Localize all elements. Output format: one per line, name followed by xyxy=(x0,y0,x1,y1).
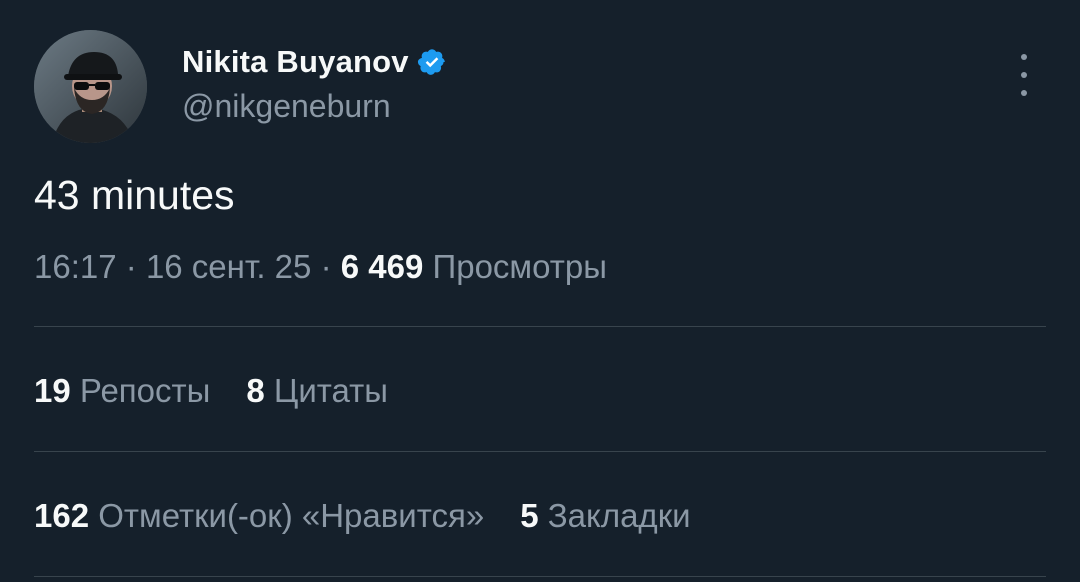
reposts-stat[interactable]: 19 Репосты xyxy=(34,372,210,410)
avatar[interactable] xyxy=(34,30,147,143)
likes-label: Отметки(-ок) «Нравится» xyxy=(98,497,485,534)
more-dot xyxy=(1021,54,1027,60)
quotes-stat[interactable]: 8 Цитаты xyxy=(246,372,388,410)
tweet-meta: 16:17 · 16 сент. 25 · 6 469 Просмотры xyxy=(34,248,607,286)
divider xyxy=(34,326,1046,327)
more-options-icon[interactable] xyxy=(1006,54,1042,96)
quotes-label: Цитаты xyxy=(273,372,388,409)
likes-stat[interactable]: 162 Отметки(-ок) «Нравится» xyxy=(34,497,484,535)
verified-badge-icon[interactable] xyxy=(417,47,447,77)
reposts-label: Репосты xyxy=(79,372,211,409)
stats-row-likes-bookmarks: 162 Отметки(-ок) «Нравится» 5 Закладки xyxy=(34,497,691,535)
views-label: Просмотры xyxy=(432,248,607,285)
views-count: 6 469 xyxy=(340,248,424,285)
author-display-name[interactable]: Nikita Buyanov xyxy=(182,44,409,80)
meta-separator: · xyxy=(125,248,137,285)
author-name-row: Nikita Buyanov xyxy=(182,40,447,84)
meta-separator: · xyxy=(320,248,332,285)
tweet-text: 43 minutes xyxy=(34,172,235,218)
bookmarks-label: Закладки xyxy=(547,497,691,534)
likes-count: 162 xyxy=(34,497,90,534)
quotes-count: 8 xyxy=(246,372,265,409)
divider xyxy=(34,576,1046,577)
avatar-image xyxy=(34,30,147,143)
more-dot xyxy=(1021,90,1027,96)
tweet-time[interactable]: 16:17 xyxy=(34,248,117,285)
divider xyxy=(34,451,1046,452)
reposts-count: 19 xyxy=(34,372,71,409)
author-handle[interactable]: @nikgeneburn xyxy=(182,88,391,125)
more-dot xyxy=(1021,72,1027,78)
stats-row-reposts-quotes: 19 Репосты 8 Цитаты xyxy=(34,372,388,410)
bookmarks-count: 5 xyxy=(520,497,539,534)
bookmarks-stat[interactable]: 5 Закладки xyxy=(520,497,690,535)
tweet-date[interactable]: 16 сент. 25 xyxy=(146,248,311,285)
